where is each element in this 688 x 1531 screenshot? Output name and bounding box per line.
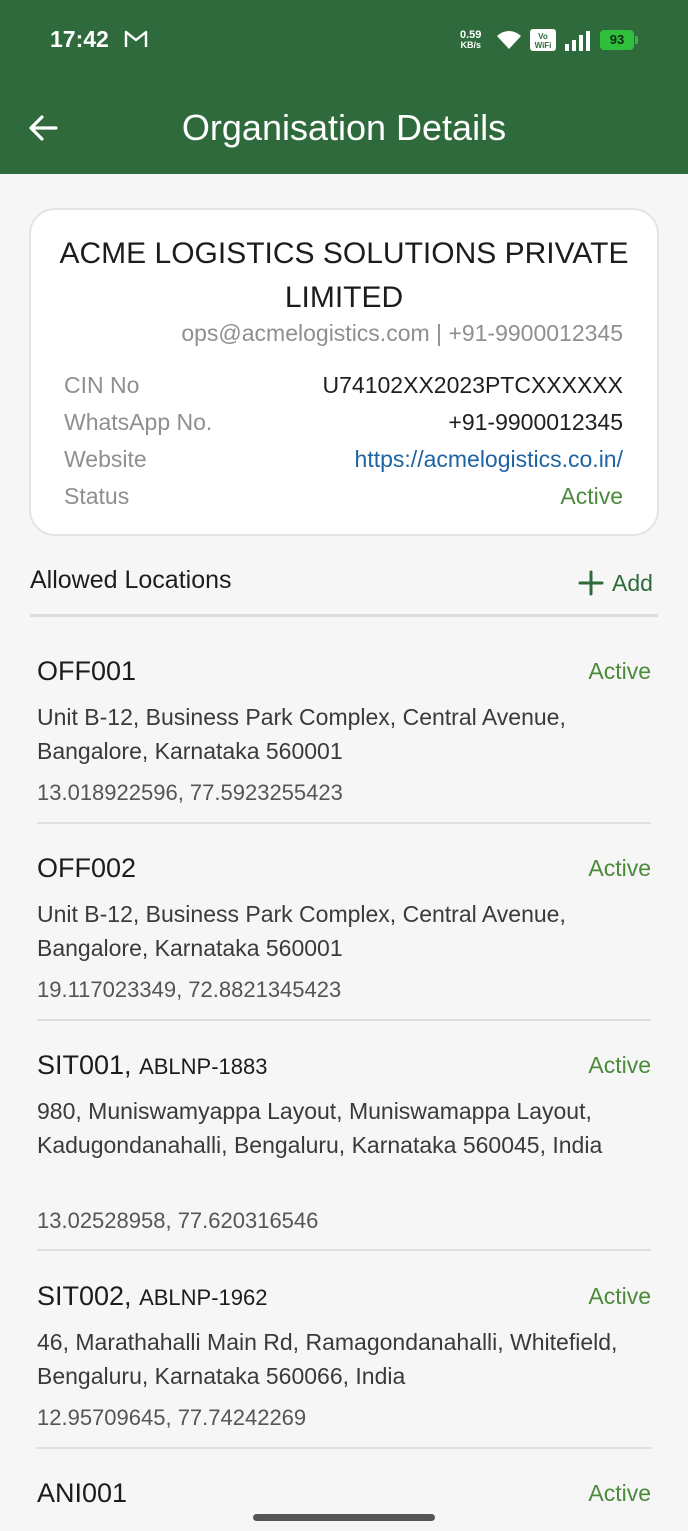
app-header: 17:42 0.59 KB/s Vo WiFi 93 Organisation … (0, 0, 688, 174)
website-row: Website https://acmelogistics.co.in/ (64, 446, 623, 482)
cin-label: CIN No (64, 372, 140, 398)
battery-icon: 93 (600, 30, 634, 50)
location-coordinates: 19.117023349, 72.8821345423 (37, 977, 342, 1002)
location-address: 980, Muniswamyappa Layout, Muniswamappa … (37, 1098, 603, 1158)
location-code-main: OFF001 (37, 656, 137, 686)
whatsapp-value[interactable]: +91-9900012345 (448, 409, 623, 436)
vowifi-icon: Vo WiFi (530, 29, 556, 51)
organisation-contact: ops@acmelogistics.com | +91-9900012345 (181, 320, 623, 346)
section-divider (30, 614, 658, 617)
status-time: 17:42 (50, 26, 109, 52)
status-row: Status Active (64, 483, 623, 519)
allowed-locations-title: Allowed Locations (30, 566, 232, 594)
location-item[interactable]: OFF002 Active Unit B-12, Business Park C… (37, 853, 651, 1023)
location-divider (37, 1447, 651, 1449)
location-code: ANI001 (37, 1478, 127, 1509)
battery-tip (635, 36, 638, 44)
signal-icon (565, 31, 590, 51)
battery-level: 93 (609, 32, 625, 47)
location-address: Unit B-12, Business Park Complex, Centra… (37, 901, 566, 961)
add-location-label: Add (612, 569, 653, 596)
status-label: Status (64, 483, 130, 509)
cin-value: U74102XX2023PTCXXXXXX (322, 372, 623, 398)
location-status: Active (588, 1480, 651, 1506)
website-link[interactable]: https://acmelogistics.co.in/ (355, 446, 623, 473)
organisation-name: ACME LOGISTICS SOLUTIONS PRIVATE LIMITED (59, 237, 629, 314)
organisation-card: ACME LOGISTICS SOLUTIONS PRIVATE LIMITED… (29, 208, 659, 536)
location-divider (37, 822, 651, 824)
location-code: SIT001, ABLNP-1883 (37, 1050, 268, 1081)
vowifi-bottom: WiFi (534, 41, 552, 50)
location-divider (37, 1249, 651, 1251)
location-status: Active (588, 1283, 651, 1309)
location-code-main: SIT002, (37, 1281, 132, 1311)
location-divider (37, 1019, 651, 1021)
plus-icon (578, 570, 604, 596)
network-speed-unit: KB/s (460, 40, 481, 50)
page-title: Organisation Details (181, 107, 507, 148)
network-speed: 0.59 KB/s (460, 29, 482, 51)
location-code: OFF001 (37, 656, 136, 687)
whatsapp-row: WhatsApp No. +91-9900012345 (64, 409, 623, 445)
whatsapp-label: WhatsApp No. (64, 409, 213, 435)
cin-row: CIN No U74102XX2023PTCXXXXXX (64, 372, 623, 408)
website-label: Website (64, 446, 147, 472)
gmail-icon (124, 30, 148, 47)
wifi-icon (497, 31, 521, 49)
location-item[interactable]: SIT001, ABLNP-1883 Active 980, Muniswamy… (37, 1050, 651, 1252)
location-code-main: SIT001, (37, 1050, 132, 1080)
location-address: 46, Marathahalli Main Rd, Ramagondanahal… (37, 1329, 618, 1389)
add-location-button[interactable]: Add (578, 566, 653, 600)
location-code-main: OFF002 (37, 853, 137, 883)
location-item[interactable]: OFF001 Active Unit B-12, Business Park C… (37, 656, 651, 826)
location-coordinates: 13.02528958, 77.620316546 (37, 1208, 319, 1233)
location-code: OFF002 (37, 853, 136, 884)
location-coordinates: 13.018922596, 77.5923255423 (37, 780, 343, 805)
home-indicator[interactable] (253, 1514, 435, 1521)
location-item[interactable]: SIT002, ABLNP-1962 Active 46, Marathahal… (37, 1281, 651, 1451)
location-code-sub: ABLNP-1962 (139, 1285, 268, 1310)
location-code-main: ANI001 (37, 1478, 128, 1508)
vowifi-top: Vo (538, 32, 548, 41)
location-address: Unit B-12, Business Park Complex, Centra… (37, 704, 566, 764)
location-code: SIT002, ABLNP-1962 (37, 1281, 268, 1312)
network-speed-value: 0.59 (460, 29, 482, 41)
location-status: Active (588, 855, 651, 881)
location-coordinates: 12.95709645, 77.74242269 (37, 1405, 307, 1430)
location-status: Active (588, 1052, 651, 1078)
location-status: Active (588, 658, 651, 684)
status-value: Active (560, 483, 623, 509)
location-code-sub: ABLNP-1883 (139, 1054, 268, 1079)
